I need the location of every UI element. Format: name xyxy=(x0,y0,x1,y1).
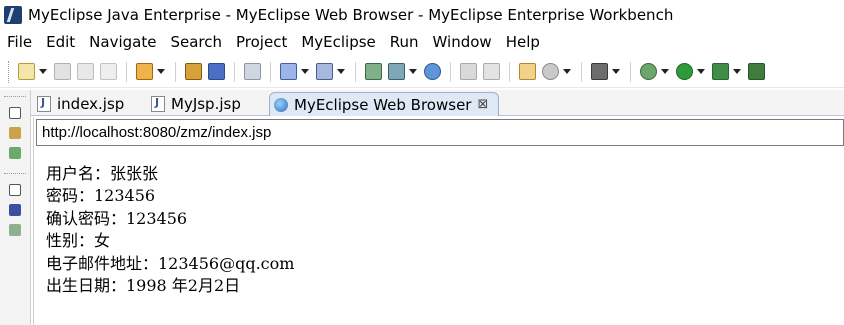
package-explorer-icon[interactable] xyxy=(9,127,21,139)
toolbar-separator xyxy=(355,61,356,82)
outline-icon[interactable] xyxy=(9,224,21,236)
toolbar-separator xyxy=(509,61,510,82)
report-icon[interactable] xyxy=(388,63,405,80)
menu-file[interactable]: File xyxy=(0,33,39,51)
menu-myeclipse[interactable]: MyEclipse xyxy=(294,33,382,51)
open-type-icon[interactable] xyxy=(185,63,202,80)
run-icon[interactable] xyxy=(676,63,693,80)
editor-tabs: index.jsp MyJsp.jsp MyEclipse Web Browse… xyxy=(31,90,844,116)
menu-bar: File Edit Navigate Search Project MyEcli… xyxy=(0,30,844,54)
restore-icon[interactable] xyxy=(9,184,21,196)
menu-edit[interactable]: Edit xyxy=(39,33,82,51)
menu-project[interactable]: Project xyxy=(229,33,294,51)
new-wizard-icon[interactable] xyxy=(136,63,153,80)
image-preview-icon[interactable] xyxy=(9,204,21,216)
restore-icon[interactable] xyxy=(9,107,21,119)
server-icon[interactable] xyxy=(316,63,333,80)
screen-dropdown-icon[interactable] xyxy=(612,69,620,74)
database-icon[interactable] xyxy=(365,63,382,80)
deploy-dropdown-icon[interactable] xyxy=(301,69,309,74)
settings-dropdown-icon[interactable] xyxy=(563,69,571,74)
toolbar-separator xyxy=(270,61,271,82)
birthdate-line: 出生日期：1998 年2月2日 xyxy=(46,276,241,296)
toolbar-separator xyxy=(581,61,582,82)
publish-icon[interactable] xyxy=(460,63,477,80)
coverage-icon[interactable] xyxy=(748,63,765,80)
tab-label: MyJsp.jsp xyxy=(171,95,241,113)
jsp-console-icon[interactable] xyxy=(244,63,261,80)
confirm-password-line: 确认密码：123456 xyxy=(46,208,188,228)
page-body: 用户名：张张张 密码：123456 确认密码：123456 性别：女 电子邮件地… xyxy=(46,163,294,297)
toolbar-grip[interactable] xyxy=(8,60,11,83)
myeclipse-logo-icon xyxy=(4,6,22,24)
title-bar: MyEclipse Java Enterprise - MyEclipse We… xyxy=(0,0,844,30)
hierarchy-icon[interactable] xyxy=(9,147,21,159)
debug-icon[interactable] xyxy=(640,63,657,80)
new-icon[interactable] xyxy=(18,63,35,80)
gear-icon[interactable] xyxy=(542,63,559,80)
jsp-file-icon xyxy=(151,96,165,112)
tab-myjsp-jsp[interactable]: MyJsp.jsp xyxy=(147,92,267,116)
save-all-icon[interactable] xyxy=(77,63,94,80)
menu-run[interactable]: Run xyxy=(383,33,426,51)
gender-line: 性别：女 xyxy=(46,231,111,251)
close-icon[interactable]: ⊠ xyxy=(477,97,488,112)
menu-window[interactable]: Window xyxy=(426,33,499,51)
debug-dropdown-icon[interactable] xyxy=(661,69,669,74)
username-line: 用户名：张张张 xyxy=(46,164,159,183)
new-dropdown-icon[interactable] xyxy=(39,69,47,74)
properties-icon[interactable] xyxy=(519,63,536,80)
menu-navigate[interactable]: Navigate xyxy=(82,33,163,51)
window-title: MyEclipse Java Enterprise - MyEclipse We… xyxy=(28,6,674,24)
deploy-icon[interactable] xyxy=(280,63,297,80)
main-toolbar xyxy=(0,56,844,88)
browser-globe-icon xyxy=(274,97,288,112)
jsp-file-icon xyxy=(37,96,51,112)
trim-grip[interactable] xyxy=(4,173,26,176)
browser-view: http://localhost:8080/zmz/index.jsp 用户名：… xyxy=(33,117,844,325)
url-input[interactable]: http://localhost:8080/zmz/index.jsp xyxy=(36,119,844,146)
wizard-dropdown-icon[interactable] xyxy=(157,69,165,74)
toolbar-separator xyxy=(234,61,235,82)
open-resource-icon[interactable] xyxy=(208,63,225,80)
menu-help[interactable]: Help xyxy=(499,33,547,51)
screen-icon[interactable] xyxy=(591,63,608,80)
save-icon[interactable] xyxy=(54,63,71,80)
print-icon[interactable] xyxy=(100,63,117,80)
refresh-icon[interactable] xyxy=(483,63,500,80)
run-dropdown-icon[interactable] xyxy=(697,69,705,74)
report-dropdown-icon[interactable] xyxy=(409,69,417,74)
external-tools-dropdown-icon[interactable] xyxy=(733,69,741,74)
external-tools-icon[interactable] xyxy=(712,63,729,80)
menu-search[interactable]: Search xyxy=(163,33,229,51)
globe-icon[interactable] xyxy=(424,63,441,80)
trim-grip[interactable] xyxy=(4,96,26,99)
tab-label: MyEclipse Web Browser xyxy=(294,95,472,114)
server-dropdown-icon[interactable] xyxy=(337,69,345,74)
password-line: 密码：123456 xyxy=(46,186,156,206)
toolbar-separator xyxy=(450,61,451,82)
left-trim-bar xyxy=(0,90,31,325)
tab-index-jsp[interactable]: index.jsp xyxy=(33,92,143,116)
toolbar-separator xyxy=(126,61,127,82)
toolbar-separator xyxy=(630,61,631,82)
toolbar-separator xyxy=(175,61,176,82)
email-line: 电子邮件地址：123456@qq.com xyxy=(46,253,295,273)
tab-label: index.jsp xyxy=(57,95,125,113)
tab-web-browser[interactable]: MyEclipse Web Browser ⊠ xyxy=(269,92,499,116)
